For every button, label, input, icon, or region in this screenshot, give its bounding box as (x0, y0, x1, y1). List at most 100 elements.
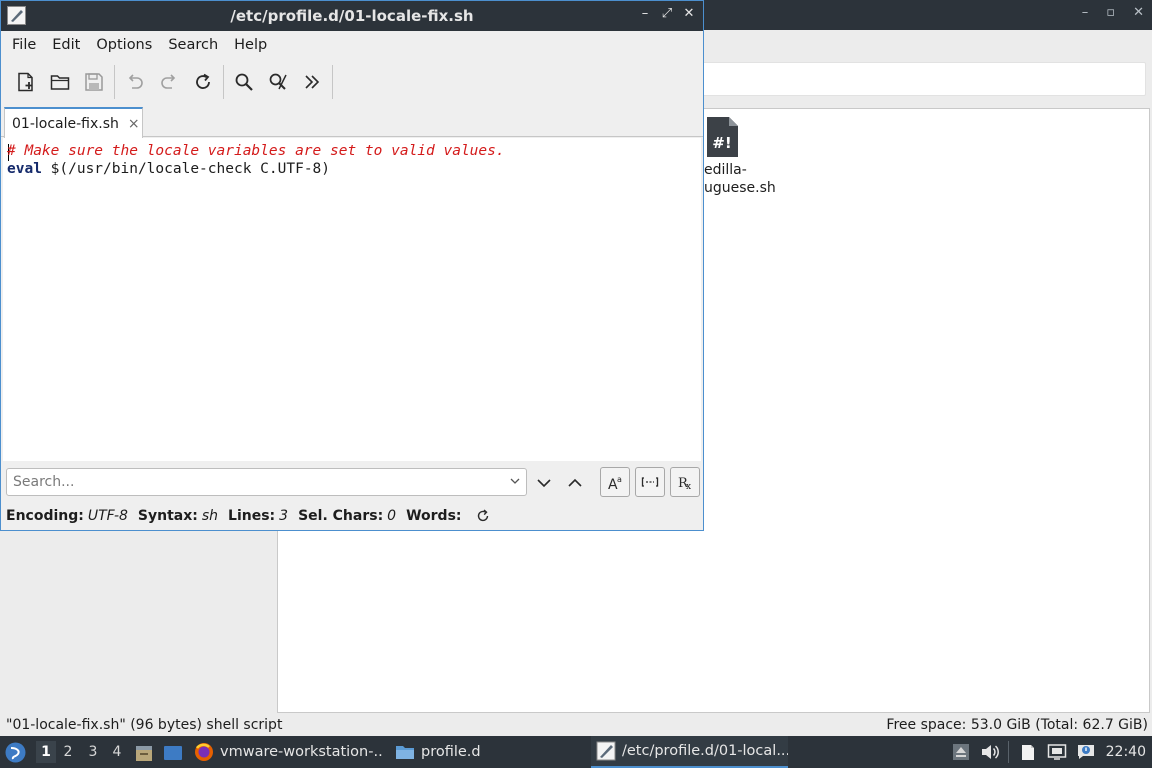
svg-text:a: a (617, 475, 622, 484)
clipboard-icon[interactable] (1018, 742, 1038, 762)
new-document-icon (18, 72, 33, 92)
shell-script-file-icon[interactable]: #! (705, 116, 739, 158)
regex-button[interactable]: R x (670, 467, 700, 497)
save-icon (85, 73, 103, 91)
more-icon (305, 75, 320, 89)
editor-status-bar: Encoding: UTF-8 Syntax: sh Lines: 3 Sel.… (1, 503, 703, 529)
start-menu-icon[interactable] (5, 742, 26, 763)
reload-icon (196, 73, 210, 89)
task-label: vmware-workstation-... (220, 744, 384, 760)
toolbar-separator (223, 65, 224, 99)
words-label: Words: (406, 508, 462, 524)
workspace-2[interactable]: 2 (60, 744, 76, 760)
arrow-down-icon (537, 479, 551, 488)
code-text: $(/usr/bin/locale-check C.UTF-8) (41, 161, 331, 177)
menu-edit[interactable]: Edit (44, 31, 88, 59)
file-item-label-line1[interactable]: edilla- (704, 162, 747, 178)
menu-help[interactable]: Help (226, 31, 275, 59)
network-icon[interactable] (1047, 742, 1067, 762)
find-next-button[interactable] (532, 471, 556, 495)
editor-titlebar[interactable]: /etc/profile.d/01-locale-fix.sh – ⤢ ✕ (1, 1, 703, 31)
file-manager-status-bar: "01-locale-fix.sh" (96 bytes) shell scri… (0, 714, 1152, 736)
folder-icon (396, 746, 414, 759)
whole-word-button[interactable] (635, 467, 665, 497)
replace-button[interactable] (261, 65, 295, 99)
workspace-4[interactable]: 4 (109, 744, 125, 760)
file-manager-side-pane (0, 530, 277, 714)
find-previous-button[interactable] (563, 471, 587, 495)
tab-close-icon[interactable]: × (128, 116, 140, 132)
redo-button[interactable] (152, 65, 186, 99)
code-keyword: eval (7, 161, 42, 177)
menu-bar: File Edit Options Search Help (1, 31, 703, 59)
toolbar-separator (332, 65, 333, 99)
menu-options[interactable]: Options (88, 31, 160, 59)
redo-icon (161, 74, 176, 89)
show-desktop-icon[interactable] (163, 743, 183, 763)
refresh-icon (477, 509, 488, 522)
close-icon[interactable]: ✕ (683, 6, 695, 21)
lines-label: Lines: (228, 508, 276, 524)
tab-bar: 01-locale-fix.sh × (1, 105, 703, 138)
save-button[interactable] (77, 65, 111, 99)
toolbar-separator (114, 65, 115, 99)
tray-separator (1007, 741, 1009, 763)
clock[interactable]: 22:40 (1106, 744, 1146, 760)
notification-icon[interactable] (1076, 742, 1096, 762)
menu-search[interactable]: Search (160, 31, 226, 59)
sel-chars-label: Sel. Chars: (298, 508, 384, 524)
maximize-icon[interactable]: ⤢ (661, 6, 673, 21)
taskbar: 1 2 3 4 vmware-workstation-... profile.d… (0, 736, 1152, 768)
system-tray: 22:40 (942, 736, 1152, 768)
close-icon[interactable]: ✕ (1133, 5, 1144, 20)
file-manager-launcher-icon[interactable] (134, 743, 154, 763)
match-case-icon: A a (608, 475, 622, 491)
firefox-icon (195, 743, 213, 761)
toolbar (1, 61, 703, 103)
find-button[interactable] (227, 65, 261, 99)
volume-icon[interactable] (980, 742, 1000, 762)
encoding-value: UTF-8 (87, 508, 128, 524)
reload-button[interactable] (186, 65, 220, 99)
menu-file[interactable]: File (4, 31, 44, 59)
lines-value: 3 (279, 508, 289, 524)
upload-icon[interactable] (951, 742, 971, 762)
tab-01-locale-fix[interactable]: 01-locale-fix.sh × (4, 107, 143, 138)
find-icon (235, 73, 253, 91)
match-case-button[interactable]: A a (600, 467, 630, 497)
maximize-icon[interactable]: ▫ (1106, 5, 1115, 20)
search-input[interactable] (6, 468, 527, 496)
undo-button[interactable] (118, 65, 152, 99)
free-space-info: Free space: 53.0 GiB (Total: 62.7 GiB) (886, 717, 1148, 733)
file-item-label-line2[interactable]: uguese.sh (704, 180, 776, 196)
editor-app-icon (596, 741, 616, 761)
task-label: /etc/profile.d/01-local... (622, 743, 788, 759)
undo-icon (128, 74, 143, 89)
task-vmware-workstation[interactable]: vmware-workstation-... (194, 736, 384, 768)
regex-icon: R x (678, 476, 691, 491)
window-title: /etc/profile.d/01-locale-fix.sh (230, 7, 474, 25)
whole-word-icon (641, 477, 659, 487)
workspace-3[interactable]: 3 (85, 744, 101, 760)
minimize-icon[interactable]: – (639, 6, 651, 21)
syntax-label: Syntax: (137, 508, 198, 524)
search-bar: A a R x (1, 463, 703, 501)
task-text-editor[interactable]: /etc/profile.d/01-local... (591, 736, 788, 768)
code-editor-area[interactable]: # Make sure the locale variables are set… (3, 138, 701, 461)
minimize-icon[interactable]: – (1082, 5, 1089, 20)
file-manager-path-bar[interactable] (702, 62, 1146, 96)
sel-chars-value: 0 (387, 508, 397, 524)
open-file-button[interactable] (43, 65, 77, 99)
task-label: profile.d (421, 744, 481, 760)
more-tools-button[interactable] (295, 65, 329, 99)
refresh-word-count-button[interactable] (476, 509, 490, 523)
workspace-1[interactable]: 1 (36, 741, 56, 763)
selected-file-info: "01-locale-fix.sh" (96 bytes) shell scri… (6, 717, 283, 733)
open-folder-icon (50, 75, 70, 90)
code-line-1: # Make sure the locale variables are set… (7, 143, 505, 159)
tab-label: 01-locale-fix.sh (12, 115, 119, 132)
new-document-button[interactable] (9, 65, 43, 99)
syntax-value: sh (201, 508, 219, 524)
file-manager-window-controls: – ▫ ✕ (1082, 5, 1144, 20)
task-profile-d[interactable]: profile.d (395, 736, 585, 768)
